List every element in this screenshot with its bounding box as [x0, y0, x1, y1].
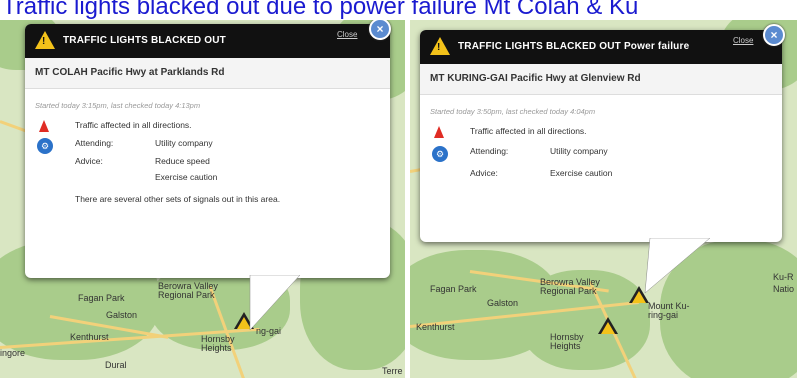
affected-row: Traffic affected in all directions.: [420, 126, 782, 142]
map-label: Fagan Park: [430, 284, 477, 294]
incident-location: MT KURING-GAI Pacific Hwy at Glenview Rd: [420, 64, 782, 95]
map-label: Galston: [106, 310, 138, 320]
map-label: Kenthurst: [70, 332, 109, 342]
advice-row-2: Exercise caution: [155, 172, 218, 182]
popup-header: ! TRAFFIC LIGHTS BLACKED OUT Close: [25, 24, 390, 58]
left-map-panel[interactable]: Fagan Park Berowra Valley Regional Park …: [0, 20, 405, 378]
vehicle-icon: ⚙: [37, 138, 53, 154]
map-label: Berowra Valley Regional Park: [540, 277, 600, 296]
incident-timestamp: Started today 3:50pm, last checked today…: [430, 107, 596, 116]
map-label: Fagan Park: [78, 293, 125, 303]
map-label: Galston: [487, 298, 519, 308]
affected-row: Traffic affected in all directions.: [25, 120, 390, 136]
map-label: Berowra Valley Regional Park: [158, 281, 218, 300]
traffic-cone-icon: [434, 126, 444, 138]
incident-timestamp: Started today 3:15pm, last checked today…: [35, 101, 201, 110]
traffic-cone-icon: [39, 120, 49, 132]
popup-header: ! TRAFFIC LIGHTS BLACKED OUT Power failu…: [420, 30, 782, 64]
incident-note: There are several other sets of signals …: [75, 194, 281, 204]
popup-title: TRAFFIC LIGHTS BLACKED OUT: [63, 35, 226, 46]
incident-popup: ! TRAFFIC LIGHTS BLACKED OUT Power failu…: [420, 30, 782, 242]
warning-icon: [601, 322, 615, 334]
headline: Traffic lights blacked out due to power …: [2, 0, 639, 20]
close-link[interactable]: Close: [733, 36, 753, 45]
map-label: Mount Ku-ring-gai: [648, 301, 690, 320]
advice-row: Advice: Reduce speed: [75, 156, 210, 166]
popup-tail: [249, 275, 301, 331]
map-label: ingore: [0, 348, 26, 358]
attending-row: ⚙ Attending: Utility company: [25, 138, 390, 154]
map-label: Kenthurst: [416, 322, 455, 332]
map-label: Natio: [773, 284, 795, 294]
map-label: Terre: [382, 366, 403, 376]
right-map-panel[interactable]: Fagan Park Berowra Valley Regional Park …: [410, 20, 797, 378]
vehicle-icon: ⚙: [432, 146, 448, 162]
incident-popup: ! TRAFFIC LIGHTS BLACKED OUT Close MT CO…: [25, 24, 390, 278]
incident-location: MT COLAH Pacific Hwy at Parklands Rd: [25, 58, 390, 89]
map-label: Dural: [105, 360, 127, 370]
popup-title: TRAFFIC LIGHTS BLACKED OUT Power failure: [458, 41, 690, 52]
map-label: Ku-R: [773, 272, 794, 282]
map-label: Hornsby Heights: [550, 332, 584, 351]
close-icon[interactable]: ×: [763, 24, 785, 46]
advice-row: Advice: Exercise caution: [470, 168, 613, 178]
attending-row: ⚙ Attending: Utility company: [420, 146, 782, 162]
close-link[interactable]: Close: [337, 30, 357, 39]
map-label: Hornsby Heights: [201, 334, 235, 353]
popup-tail: [644, 238, 711, 294]
